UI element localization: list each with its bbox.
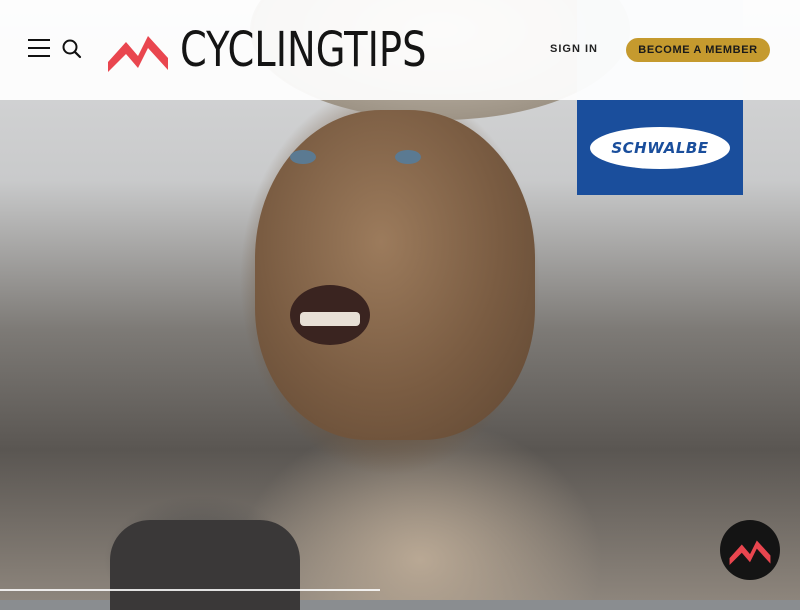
eye-right (395, 150, 421, 164)
site-header: CYCLINGTIPS SIGN IN BECOME A MEMBER (0, 0, 800, 100)
brand-logo[interactable]: CYCLINGTIPS (108, 24, 488, 76)
sign-in-link[interactable]: SIGN IN (550, 43, 598, 55)
mountain-logo-icon (729, 540, 771, 565)
ad-logo-panel[interactable]: SCHWALBE (577, 100, 743, 195)
floating-logo-button[interactable] (720, 520, 780, 580)
search-icon[interactable] (61, 38, 85, 62)
become-member-button[interactable]: BECOME A MEMBER (626, 38, 770, 62)
ad-brand-text: SCHWALBE (611, 138, 709, 157)
eye-left (290, 150, 316, 164)
mountain-logo-icon (108, 36, 168, 72)
teeth-shape (300, 312, 360, 326)
glove-shape (110, 520, 300, 610)
brand-name: CYCLINGTIPS (180, 22, 427, 78)
hamburger-menu-icon[interactable] (28, 39, 50, 61)
slide-progress-bar (0, 589, 380, 591)
ad-logo-oval: SCHWALBE (590, 126, 730, 169)
